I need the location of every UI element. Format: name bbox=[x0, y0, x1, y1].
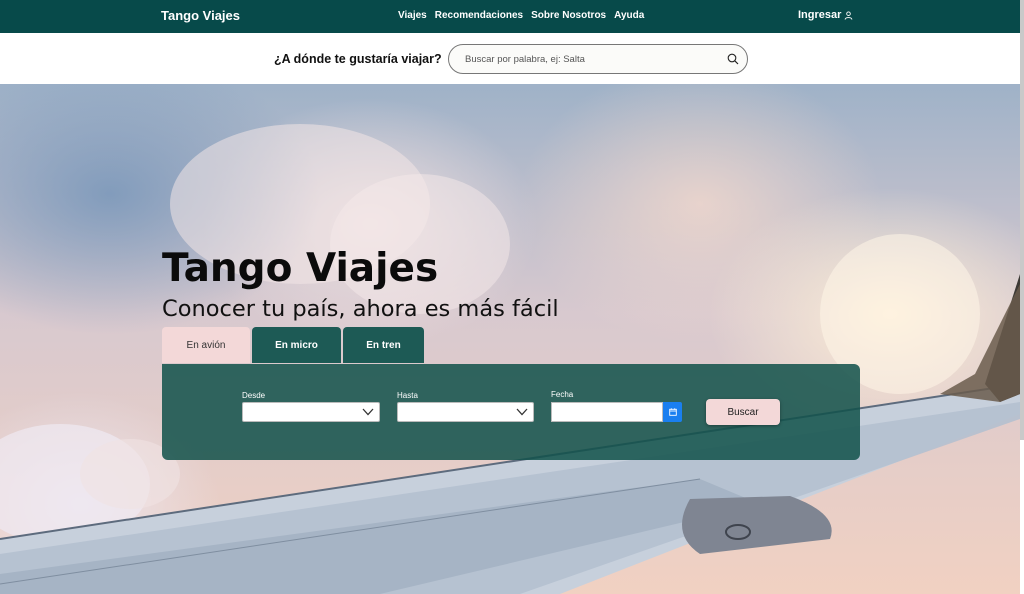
search-box[interactable] bbox=[448, 44, 748, 74]
fecha-label: Fecha bbox=[551, 390, 574, 399]
search-question: ¿A dónde te gustaría viajar? bbox=[274, 52, 442, 66]
search-icon[interactable] bbox=[727, 53, 739, 65]
nav-link-sobre-nosotros[interactable]: Sobre Nosotros bbox=[531, 10, 606, 21]
tab-en-avion[interactable]: En avión bbox=[162, 327, 250, 363]
hasta-label: Hasta bbox=[397, 391, 418, 400]
chevron-down-icon bbox=[516, 408, 528, 416]
calendar-icon bbox=[668, 408, 677, 416]
airplane-wing-background bbox=[0, 124, 1020, 594]
nav-links: Viajes Recomendaciones Sobre Nosotros Ay… bbox=[398, 10, 644, 21]
tab-en-tren[interactable]: En tren bbox=[343, 327, 424, 363]
desde-label: Desde bbox=[242, 391, 266, 400]
login-label: Ingresar bbox=[798, 9, 842, 21]
top-navbar: Tango Viajes Viajes Recomendaciones Sobr… bbox=[0, 0, 1020, 33]
login-button[interactable]: Ingresar bbox=[798, 9, 853, 21]
hero-title: Tango Viajes bbox=[162, 246, 439, 291]
chevron-down-icon bbox=[362, 408, 374, 416]
nav-link-ayuda[interactable]: Ayuda bbox=[614, 10, 644, 21]
hero-subtitle: Conocer tu país, ahora es más fácil bbox=[162, 296, 559, 322]
brand-logo[interactable]: Tango Viajes bbox=[161, 8, 240, 23]
search-strip: ¿A dónde te gustaría viajar? bbox=[0, 33, 1020, 84]
calendar-button[interactable] bbox=[663, 402, 682, 422]
desde-select[interactable] bbox=[242, 402, 380, 422]
nav-link-viajes[interactable]: Viajes bbox=[398, 10, 427, 21]
buscar-button[interactable]: Buscar bbox=[706, 399, 780, 425]
user-icon bbox=[845, 10, 853, 20]
hasta-select[interactable] bbox=[397, 402, 534, 422]
hero-banner: Tango Viajes Conocer tu país, ahora es m… bbox=[0, 84, 1020, 594]
page-scrollbar[interactable] bbox=[1020, 0, 1024, 440]
tab-en-micro[interactable]: En micro bbox=[252, 327, 341, 363]
search-input[interactable] bbox=[465, 52, 715, 67]
fecha-input[interactable] bbox=[551, 402, 663, 422]
search-form-panel: Desde Hasta Fecha Buscar bbox=[162, 364, 860, 460]
nav-link-recomendaciones[interactable]: Recomendaciones bbox=[435, 10, 523, 21]
